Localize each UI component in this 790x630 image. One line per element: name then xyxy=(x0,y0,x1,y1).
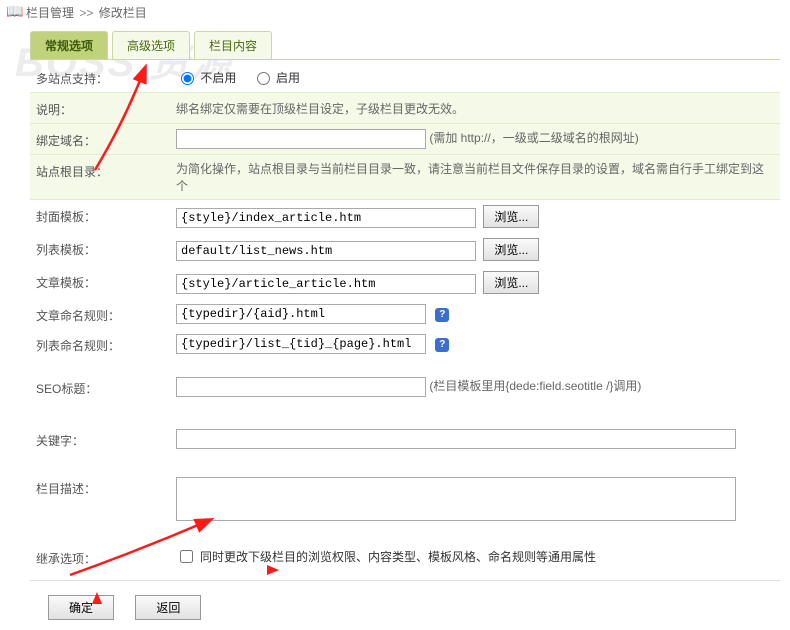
description-textarea[interactable] xyxy=(176,477,736,521)
button-bar: 确定 返回 xyxy=(30,580,780,620)
list-tpl-input[interactable] xyxy=(176,241,476,261)
label-article-tpl: 文章模板： xyxy=(30,266,170,299)
back-button[interactable]: 返回 xyxy=(135,595,201,620)
browse-article-button[interactable]: 浏览... xyxy=(483,271,539,294)
inherit-text: 同时更改下级栏目的浏览权限、内容类型、模板风格、命名规则等通用属性 xyxy=(200,548,596,565)
label-bind-domain: 绑定域名： xyxy=(30,124,170,155)
site-root-hint: 为简化操作，站点根目录与当前栏目目录一致，请注意当前栏目文件保存目录的设置，域名… xyxy=(176,162,764,193)
label-explain: 说明： xyxy=(30,93,170,124)
tab-advanced[interactable]: 高级选项 xyxy=(112,31,190,59)
article-tpl-input[interactable] xyxy=(176,274,476,294)
tab-content[interactable]: 栏目内容 xyxy=(194,31,272,59)
radio-enable[interactable] xyxy=(257,72,270,85)
help-icon[interactable]: ? xyxy=(435,308,449,322)
keywords-input[interactable] xyxy=(176,429,736,449)
label-multisite: 多站点支持： xyxy=(30,62,170,93)
bind-domain-input[interactable] xyxy=(176,129,426,149)
cover-tpl-input[interactable] xyxy=(176,208,476,228)
breadcrumb-separator: >> xyxy=(79,6,93,20)
label-inherit: 继承选项： xyxy=(30,542,170,572)
article-rule-input[interactable] xyxy=(176,304,426,324)
page-header: 栏目管理 >> 修改栏目 xyxy=(0,0,790,25)
tab-general[interactable]: 常规选项 xyxy=(30,31,108,59)
radio-enable-label: 启用 xyxy=(276,71,300,85)
radio-disable-label: 不启用 xyxy=(200,71,236,85)
label-list-rule: 列表命名规则： xyxy=(30,329,170,359)
browse-cover-button[interactable]: 浏览... xyxy=(483,205,539,228)
seo-hint: (栏目模板里用{dede:field.seotitle /}调用) xyxy=(429,379,641,393)
label-article-rule: 文章命名规则： xyxy=(30,299,170,329)
label-cover-tpl: 封面模板： xyxy=(30,200,170,234)
help-icon[interactable]: ? xyxy=(435,338,449,352)
inherit-checkbox[interactable] xyxy=(180,550,193,563)
label-description: 栏目描述： xyxy=(30,472,170,529)
book-icon xyxy=(6,6,22,20)
form-table: 多站点支持： 不启用 启用 说明： 绑名绑定仅需要在顶级栏目设定，子级栏目更改无… xyxy=(30,62,780,572)
label-list-tpl: 列表模板： xyxy=(30,233,170,266)
label-seo-title: SEO标题： xyxy=(30,372,170,402)
tab-bar: 常规选项 高级选项 栏目内容 xyxy=(30,31,780,60)
label-site-root: 站点根目录： xyxy=(30,155,170,200)
ok-button[interactable]: 确定 xyxy=(48,595,114,620)
browse-list-button[interactable]: 浏览... xyxy=(483,238,539,261)
breadcrumb-page: 修改栏目 xyxy=(99,6,147,20)
seo-title-input[interactable] xyxy=(176,377,426,397)
breadcrumb-section: 栏目管理 xyxy=(26,6,74,20)
label-keywords: 关键字： xyxy=(30,424,170,454)
bind-domain-hint: (需加 http://，一级或二级域名的根网址) xyxy=(429,131,638,145)
list-rule-input[interactable] xyxy=(176,334,426,354)
explain-text: 绑名绑定仅需要在顶级栏目设定，子级栏目更改无效。 xyxy=(176,102,464,116)
radio-disable[interactable] xyxy=(181,72,194,85)
